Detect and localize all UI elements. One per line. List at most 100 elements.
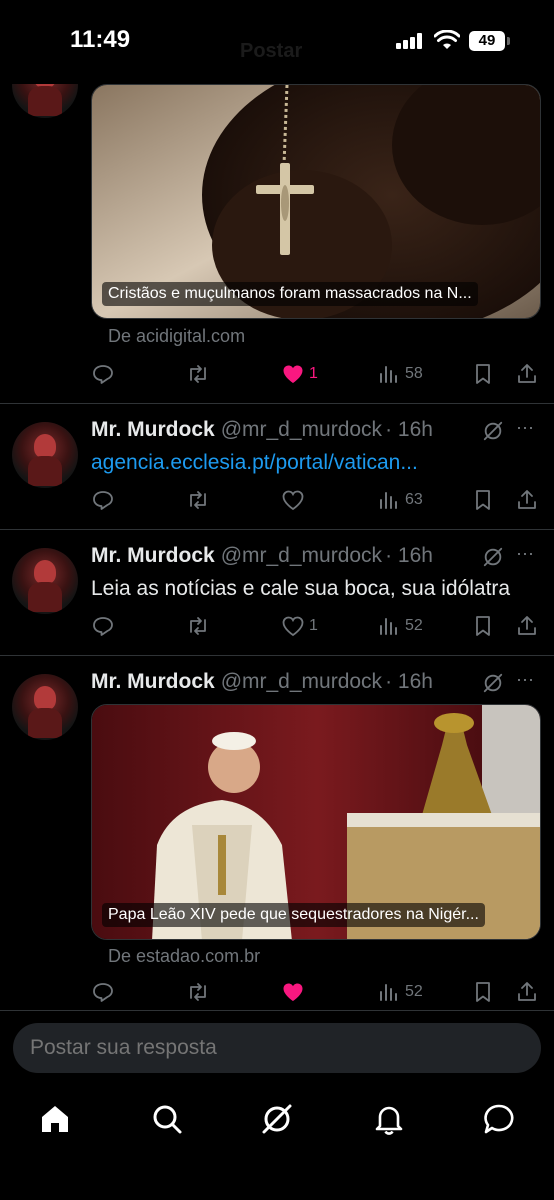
repost-icon — [190, 365, 206, 383]
tweet-header: Mr. Murdock @mr_d_murdock · 16h — [91, 670, 433, 694]
grok-icon — [262, 1104, 292, 1134]
repost-button[interactable] — [186, 486, 210, 514]
bell-icon — [375, 1106, 403, 1135]
more-options-icon[interactable]: ⋯ — [516, 670, 535, 691]
views-count: 58 — [405, 365, 423, 382]
repost-button[interactable] — [186, 978, 210, 1006]
header-title-behind: Postar — [240, 40, 303, 62]
author-name[interactable]: Mr. Murdock — [91, 418, 215, 441]
share-icon — [518, 616, 536, 635]
tweet-3[interactable]: Mr. Murdock @mr_d_murdock · 16h ⋯ Papa L… — [0, 656, 554, 1016]
reply-thread[interactable]: Cristãos e muçulmanos foram massacrados … — [0, 52, 554, 1016]
heart-filled-icon — [283, 365, 303, 383]
bookmark-icon — [476, 616, 490, 636]
heart-filled-icon — [283, 983, 303, 1001]
repost-icon — [190, 983, 206, 1001]
reply-button[interactable] — [91, 486, 115, 514]
views-count: 63 — [405, 491, 423, 508]
author-handle[interactable]: @mr_d_murdock — [221, 544, 382, 567]
tweet-time: · 16h — [385, 544, 433, 567]
avatar[interactable] — [12, 674, 78, 740]
repost-button[interactable] — [186, 360, 210, 388]
author-name[interactable]: Mr. Murdock — [91, 670, 215, 693]
views-icon — [380, 492, 397, 509]
signal-icon — [396, 33, 426, 49]
grok-icon[interactable] — [482, 546, 504, 568]
reply-icon — [93, 617, 113, 636]
share-button[interactable] — [515, 486, 539, 514]
views-count: 52 — [405, 617, 423, 634]
tweet-header: Mr. Murdock @mr_d_murdock · 16h — [91, 544, 433, 568]
bookmark-icon — [476, 490, 490, 510]
search-icon — [153, 1105, 182, 1134]
tweet-actions: 1 52 — [91, 612, 541, 640]
share-button[interactable] — [515, 978, 539, 1006]
views-button[interactable]: 52 — [377, 612, 423, 640]
like-button[interactable] — [281, 978, 305, 1006]
tweet-actions: 63 — [91, 486, 541, 514]
views-button[interactable]: 58 — [377, 360, 423, 388]
repost-icon — [190, 491, 206, 509]
home-icon — [42, 1106, 68, 1132]
reply-bar — [0, 1010, 554, 1086]
nav-notifications[interactable] — [372, 1102, 406, 1136]
share-button[interactable] — [515, 360, 539, 388]
avatar[interactable] — [12, 548, 78, 614]
like-count: 1 — [309, 617, 318, 634]
tweet-header: Mr. Murdock @mr_d_murdock · 16h — [91, 418, 433, 442]
reply-button[interactable] — [91, 612, 115, 640]
tweet-actions: 52 — [91, 978, 541, 1006]
reply-icon — [93, 491, 113, 510]
status-bar: Postar 11:49 49 — [0, 0, 554, 84]
reply-button[interactable] — [91, 360, 115, 388]
views-button[interactable]: 52 — [377, 978, 423, 1006]
reply-button[interactable] — [91, 978, 115, 1006]
bookmark-button[interactable] — [471, 486, 495, 514]
share-button[interactable] — [515, 612, 539, 640]
author-handle[interactable]: @mr_d_murdock — [221, 418, 382, 441]
views-count: 52 — [405, 983, 423, 1000]
like-button[interactable]: 1 — [281, 360, 318, 388]
views-button[interactable]: 63 — [377, 486, 423, 514]
nav-search[interactable] — [150, 1102, 184, 1136]
link-card[interactable]: Papa Leão XIV pede que sequestradores na… — [91, 704, 541, 940]
tweet-0[interactable]: Cristãos e muçulmanos foram massacrados … — [0, 52, 554, 404]
reply-icon — [93, 983, 113, 1002]
link-card[interactable]: Cristãos e muçulmanos foram massacrados … — [91, 84, 541, 319]
author-handle[interactable]: @mr_d_murdock — [221, 670, 382, 693]
share-icon — [518, 982, 536, 1001]
like-button[interactable] — [281, 486, 305, 514]
card-source[interactable]: De estadao.com.br — [108, 946, 260, 967]
card-caption: Papa Leão XIV pede que sequestradores na… — [102, 903, 485, 927]
more-options-icon[interactable]: ⋯ — [516, 544, 535, 565]
bookmark-button[interactable] — [471, 978, 495, 1006]
bottom-nav — [0, 1086, 554, 1200]
nav-grok[interactable] — [260, 1102, 294, 1136]
grok-icon[interactable] — [482, 420, 504, 442]
heart-icon — [282, 490, 304, 511]
bookmark-icon — [476, 364, 490, 384]
share-icon — [518, 364, 536, 383]
messages-icon — [484, 1104, 514, 1134]
nav-messages[interactable] — [482, 1102, 516, 1136]
card-source[interactable]: De acidigital.com — [108, 326, 245, 347]
views-icon — [380, 984, 397, 1001]
bookmark-button[interactable] — [471, 360, 495, 388]
tweet-text: Leia as notícias e cale sua boca, sua id… — [91, 577, 511, 600]
tweet-link[interactable]: agencia.ecclesia.pt/portal/vatican... — [91, 451, 418, 475]
tweet-1[interactable]: Mr. Murdock @mr_d_murdock · 16h ⋯ agencia.… — [0, 404, 554, 530]
repost-button[interactable] — [186, 612, 210, 640]
nav-home[interactable] — [38, 1102, 72, 1136]
like-count: 1 — [309, 365, 318, 382]
share-icon — [518, 490, 536, 509]
reply-input[interactable] — [13, 1023, 541, 1073]
avatar[interactable] — [12, 422, 78, 488]
like-button[interactable]: 1 — [281, 612, 318, 640]
repost-icon — [190, 617, 206, 635]
tweet-2[interactable]: Mr. Murdock @mr_d_murdock · 16h ⋯ Leia as … — [0, 530, 554, 656]
bookmark-button[interactable] — [471, 612, 495, 640]
grok-icon[interactable] — [482, 672, 504, 694]
more-options-icon[interactable]: ⋯ — [516, 418, 535, 439]
tweet-actions: 1 58 — [91, 360, 541, 388]
author-name[interactable]: Mr. Murdock — [91, 544, 215, 567]
